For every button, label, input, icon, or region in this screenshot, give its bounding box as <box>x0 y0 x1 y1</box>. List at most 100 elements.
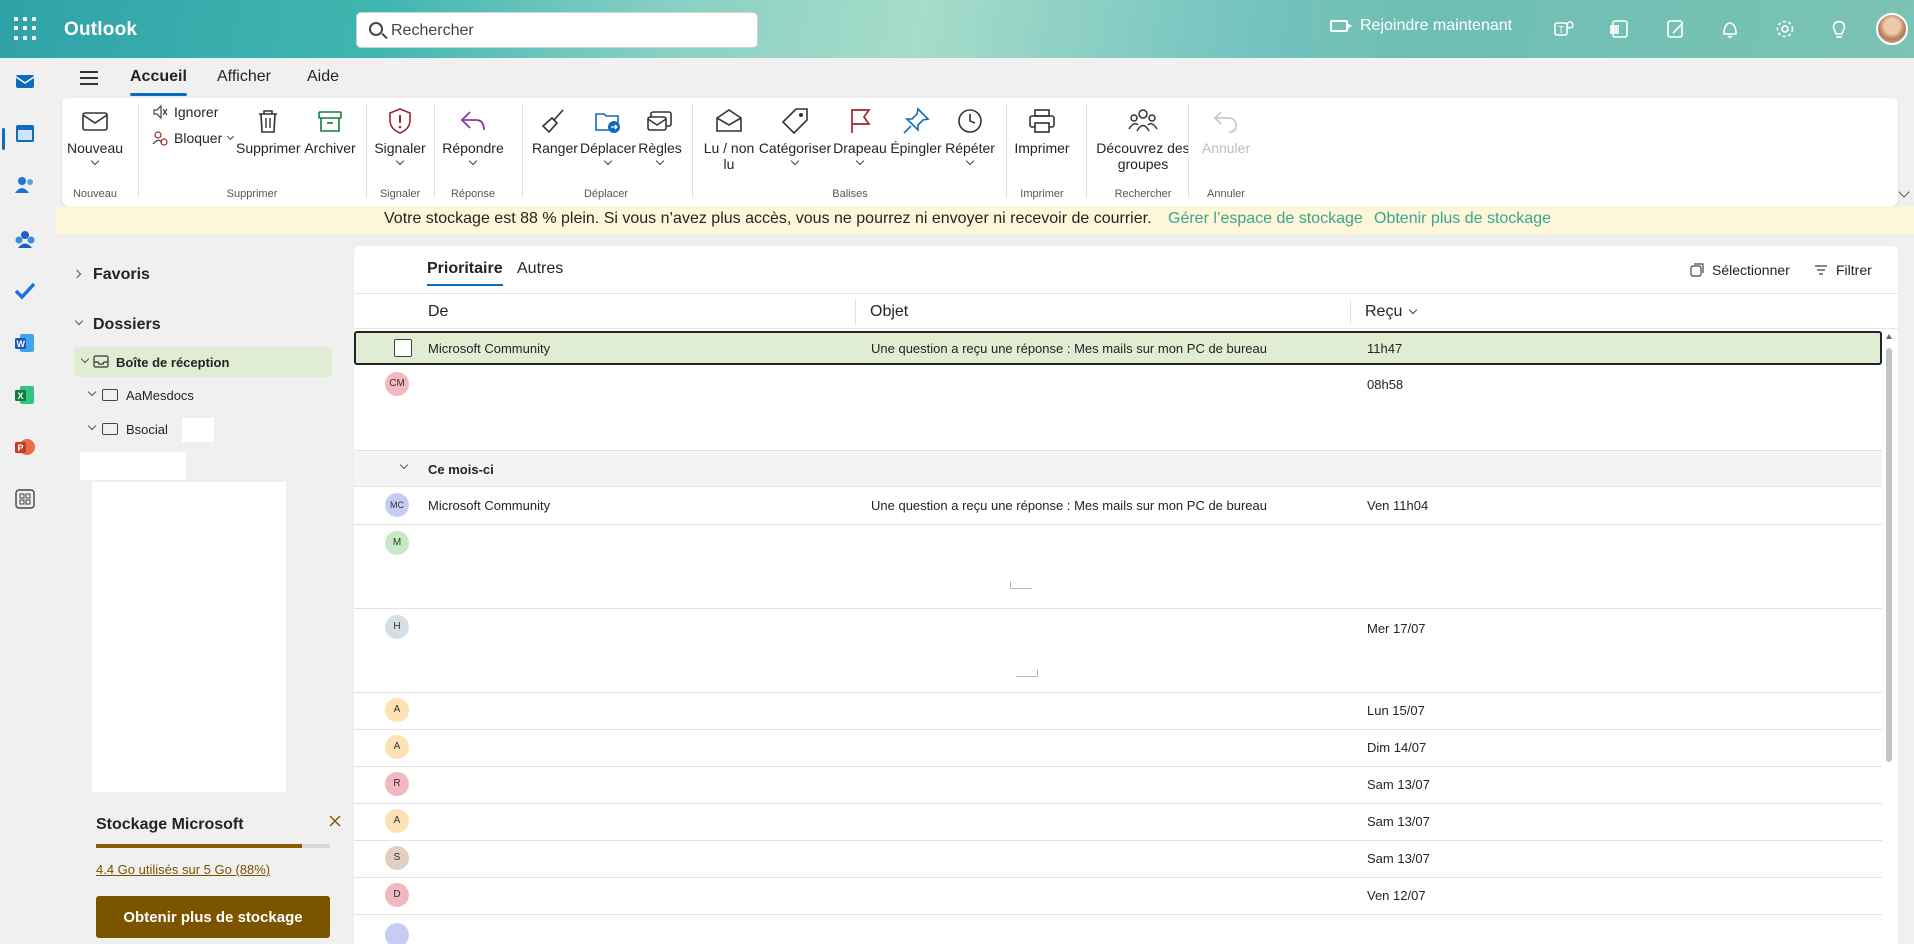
chevron-down-icon[interactable] <box>87 387 97 397</box>
folder-bsocial[interactable]: Bsocial <box>126 422 168 437</box>
report-button[interactable]: Signaler <box>372 106 428 166</box>
block-button[interactable]: Bloquer <box>152 130 235 146</box>
app-launcher-icon[interactable] <box>14 17 38 41</box>
chevron-right-icon[interactable] <box>72 269 82 279</box>
search-box[interactable] <box>356 12 758 48</box>
tab-focused[interactable]: Prioritaire <box>427 260 503 286</box>
column-divider[interactable] <box>1350 300 1351 324</box>
get-more-storage-link[interactable]: Obtenir plus de stockage <box>1374 210 1551 228</box>
categorize-button[interactable]: Catégoriser <box>758 106 832 166</box>
row-date: 11h47 <box>1367 341 1403 356</box>
storage-used-link[interactable]: 4.4 Go utilisés sur 5 Go (88%) <box>96 862 270 877</box>
group-header-this-month[interactable]: Ce mois-ci <box>354 451 1882 487</box>
excel-icon[interactable]: X <box>14 384 36 406</box>
manage-storage-link[interactable]: Gérer l’espace de stockage <box>1168 210 1363 228</box>
folders-header[interactable]: Dossiers <box>93 316 161 334</box>
folder-aamesdocs[interactable]: AaMesdocs <box>126 388 194 403</box>
table-row[interactable] <box>354 915 1882 944</box>
column-received[interactable]: Reçu <box>1365 303 1418 321</box>
table-row[interactable]: A Lun 15/07 <box>354 693 1882 730</box>
ribbon-divider <box>692 104 693 198</box>
todo-icon[interactable] <box>14 280 36 302</box>
table-row[interactable]: R Sam 13/07 <box>354 767 1882 804</box>
tab-other[interactable]: Autres <box>517 260 563 278</box>
word-icon[interactable]: W <box>14 332 36 354</box>
read-unread-label-1: Lu / non <box>703 140 755 156</box>
table-row[interactable]: D Ven 12/07 <box>354 878 1882 915</box>
ignore-button[interactable]: Ignorer <box>152 104 218 120</box>
archive-button[interactable]: Archiver <box>302 106 358 156</box>
rules-button[interactable]: Règles <box>638 106 682 166</box>
row-checkbox[interactable] <box>394 339 412 357</box>
chevron-down-icon[interactable] <box>74 316 84 326</box>
groups-icon[interactable] <box>14 228 36 250</box>
get-more-storage-button[interactable]: Obtenir plus de stockage <box>96 896 330 938</box>
tab-accueil[interactable]: Accueil <box>130 68 187 96</box>
group-balises-label: Balises <box>832 188 868 200</box>
column-subject[interactable]: Objet <box>870 303 908 321</box>
join-now-label: Rejoindre maintenant <box>1360 17 1513 34</box>
calendar-icon[interactable] <box>14 122 36 144</box>
lightbulb-icon[interactable] <box>1828 18 1850 40</box>
avatar: MC <box>385 493 409 517</box>
svg-text:W: W <box>17 339 26 349</box>
table-row[interactable]: S Sam 13/07 <box>354 841 1882 878</box>
user-avatar[interactable] <box>1876 13 1908 45</box>
favorites-header[interactable]: Favoris <box>93 266 150 284</box>
column-from[interactable]: De <box>428 303 448 321</box>
group-supprimer-label: Supprimer <box>226 188 278 200</box>
delete-button[interactable]: Supprimer <box>236 106 301 156</box>
reply-button[interactable]: Répondre <box>440 106 506 166</box>
tab-afficher[interactable]: Afficher <box>217 68 271 86</box>
select-button[interactable]: Sélectionner <box>1690 262 1790 278</box>
search-input[interactable] <box>391 20 751 42</box>
powerpoint-icon[interactable]: P <box>14 436 36 458</box>
printer-icon <box>1029 109 1055 133</box>
column-divider[interactable] <box>855 300 856 324</box>
message-list-scrollbar[interactable] <box>1884 332 1894 944</box>
close-icon[interactable] <box>328 814 342 828</box>
print-button[interactable]: Imprimer <box>1012 106 1072 156</box>
chevron-down-icon[interactable] <box>87 421 97 431</box>
undo-button[interactable]: Annuler <box>1196 106 1256 156</box>
menu-icon[interactable] <box>80 71 98 85</box>
move-button[interactable]: Déplacer <box>580 106 636 166</box>
join-now-button[interactable]: Rejoindre maintenant <box>1330 17 1512 35</box>
scrollbar-thumb[interactable] <box>1886 348 1892 762</box>
table-row[interactable]: A Sam 13/07 <box>354 804 1882 841</box>
table-row[interactable]: A Dim 14/07 <box>354 730 1882 767</box>
ribbon-expand-icon[interactable] <box>1898 186 1910 198</box>
discover-groups-button[interactable]: Découvrez des groupes <box>1088 106 1198 172</box>
table-row[interactable]: H Mer 17/07 <box>354 609 1882 693</box>
chevron-down-icon <box>227 132 235 140</box>
ignore-label: Ignorer <box>174 104 219 120</box>
notes-icon[interactable] <box>1665 18 1687 40</box>
chevron-down-icon <box>790 156 800 166</box>
app-name[interactable]: Outlook <box>64 19 137 41</box>
bell-icon[interactable] <box>1719 18 1741 40</box>
flag-button[interactable]: Drapeau <box>832 106 888 166</box>
snooze-button[interactable]: Répéter <box>942 106 998 166</box>
table-row[interactable]: M <box>354 525 1882 609</box>
snooze-label: Répéter <box>945 140 995 156</box>
chevron-down-icon <box>655 156 665 166</box>
more-apps-icon[interactable] <box>14 488 36 510</box>
flag-icon <box>851 109 871 133</box>
people-icon[interactable] <box>14 174 36 196</box>
tab-aide[interactable]: Aide <box>307 68 339 86</box>
pin-button[interactable]: Épingler <box>888 106 944 156</box>
scroll-up-icon[interactable] <box>1886 334 1892 339</box>
mail-icon[interactable] <box>14 70 36 92</box>
filter-button[interactable]: Filtrer <box>1814 262 1872 278</box>
table-row[interactable]: Microsoft Community Une question a reçu … <box>354 331 1882 365</box>
new-mail-button[interactable]: Nouveau <box>66 106 124 166</box>
read-unread-button[interactable]: Lu / non lu <box>702 106 756 172</box>
sweep-button[interactable]: Ranger <box>532 106 578 156</box>
table-row[interactable]: CM 08h58 <box>354 367 1882 451</box>
teams-icon[interactable]: T <box>1553 18 1575 40</box>
word-doc-icon[interactable] <box>1609 18 1631 40</box>
gear-icon[interactable] <box>1774 18 1796 40</box>
table-row[interactable]: MC Microsoft Community Une question a re… <box>354 488 1882 525</box>
tag-icon <box>781 108 808 135</box>
group-nouveau-label: Nouveau <box>72 188 118 200</box>
